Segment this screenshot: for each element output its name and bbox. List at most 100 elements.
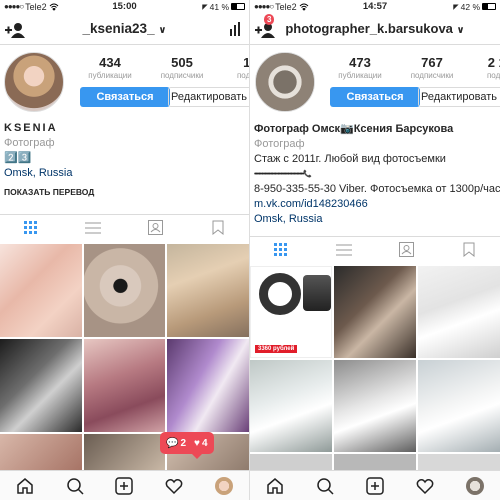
tab-grid[interactable] — [0, 215, 62, 240]
profile-tabs — [0, 214, 249, 240]
comment-icon: 💬 — [166, 437, 179, 449]
stats-bars-icon[interactable] — [229, 22, 243, 36]
grid-photo[interactable] — [167, 244, 249, 337]
contact-button[interactable]: Связаться — [80, 87, 170, 107]
posts-count: 473 публикации — [324, 55, 396, 80]
grid-photo[interactable] — [418, 454, 500, 470]
location-arrow-icon: ◤ — [453, 3, 459, 11]
grid-photo[interactable] — [418, 360, 500, 452]
count-number: 109 — [243, 55, 250, 70]
edit-profile-button[interactable]: Редактировать профиль — [418, 87, 500, 107]
location-link[interactable]: Omsk, Russia — [4, 166, 94, 181]
list-icon — [335, 244, 352, 255]
grid-photo[interactable] — [0, 339, 82, 432]
home-icon[interactable] — [266, 477, 284, 495]
grid-photo[interactable] — [418, 266, 500, 358]
category-label: Фотограф — [254, 138, 305, 150]
tab-saved[interactable] — [438, 237, 500, 262]
add-user-icon[interactable] — [3, 21, 27, 39]
count-label: подписки — [236, 71, 250, 80]
username: _ksenia23_ — [82, 21, 155, 36]
bookmark-icon — [463, 242, 475, 257]
contact-button[interactable]: Связаться — [330, 87, 420, 107]
show-translation-link[interactable]: ПОКАЗАТЬ ПЕРЕВОД — [4, 185, 94, 200]
count-label: публикации — [338, 71, 382, 80]
location-arrow-icon: ◤ — [202, 3, 208, 11]
heart-icon[interactable] — [416, 477, 434, 495]
plus-square-icon[interactable] — [366, 476, 384, 495]
grid-icon — [274, 242, 288, 256]
bio-link[interactable]: m.vk.com/id148230466 — [254, 197, 500, 212]
count-label: подписки — [486, 71, 500, 80]
count-number: 2 145 — [487, 55, 500, 70]
followers-count[interactable]: 505 подписчики — [146, 55, 218, 80]
edit-profile-button[interactable]: Редактировать профиль — [168, 87, 249, 107]
battery-percent: 42 % — [460, 1, 480, 12]
battery-status: ◤ 41 % — [202, 2, 245, 12]
username-switcher[interactable]: photographer_k.barsukova ∨ — [250, 21, 500, 36]
count-number: 767 — [421, 55, 443, 70]
bottom-nav — [250, 470, 500, 500]
tab-list[interactable] — [313, 237, 376, 262]
battery-status: ◤ 42 % — [453, 2, 496, 12]
list-icon — [85, 222, 102, 233]
profile-counts: 434публикации 505подписчики 109подписки — [74, 55, 250, 80]
profile-header: 3 photographer_k.barsukova ∨ — [250, 13, 500, 45]
heart-icon: ♥ — [194, 437, 200, 449]
tab-grid[interactable] — [250, 237, 313, 262]
tab-list[interactable] — [62, 215, 124, 240]
tagged-icon — [398, 242, 414, 257]
grid-photo[interactable] — [167, 339, 249, 432]
count-label: подписчики — [410, 71, 454, 80]
status-bar: ●●●●○ Tele2 14:57 ◤ 42 % — [250, 0, 500, 13]
grid-photo[interactable] — [0, 244, 82, 337]
grid-photo[interactable] — [250, 360, 332, 452]
grid-photo[interactable] — [83, 434, 166, 470]
grid-photo[interactable] — [250, 454, 332, 470]
status-bar: ●●●●○ Tele2 15:00 ◤ 41 % — [0, 0, 249, 13]
bio-phone: 8-950-335-55-30 Viber. Фотосъемка от 130… — [254, 183, 500, 195]
count-number: 434 — [99, 55, 121, 70]
count-label: подписчики — [160, 71, 204, 80]
search-icon[interactable] — [66, 477, 84, 495]
tab-saved[interactable] — [187, 215, 249, 240]
following-count[interactable]: 2 145подписки — [468, 55, 500, 80]
following-count[interactable]: 109подписки — [218, 55, 250, 80]
heart-icon[interactable] — [165, 477, 183, 495]
home-icon[interactable] — [16, 477, 34, 495]
followers-count[interactable]: 767 подписчики — [396, 55, 468, 80]
search-icon[interactable] — [316, 477, 334, 495]
username: photographer_k.barsukova — [285, 21, 453, 36]
grid-photo[interactable] — [334, 360, 416, 452]
grid-photo[interactable] — [334, 454, 416, 470]
plus-square-icon[interactable] — [115, 476, 134, 495]
photo-grid: 3360 рублей — [250, 266, 500, 470]
bottom-nav — [0, 470, 249, 500]
location-link[interactable]: Omsk, Russia — [254, 212, 500, 227]
profile-icon[interactable] — [466, 476, 484, 495]
category-label: Фотограф — [4, 137, 55, 149]
display-name: Фотограф Омск📷Ксения Барсукова — [254, 123, 454, 135]
battery-percent: 41 % — [209, 1, 229, 12]
tab-tagged[interactable] — [375, 237, 438, 262]
grid-photo[interactable] — [83, 244, 166, 337]
tab-tagged[interactable] — [125, 215, 187, 240]
username-switcher[interactable]: _ksenia23_ ∨ — [0, 21, 249, 36]
activity-notification[interactable]: 💬 2 ♥ 4 — [160, 432, 214, 459]
grid-photo[interactable] — [334, 266, 416, 358]
grid-photo[interactable] — [83, 339, 166, 432]
bookmark-icon — [212, 220, 224, 235]
grid-photo[interactable]: 3360 рублей — [250, 266, 332, 358]
avatar[interactable] — [4, 52, 64, 112]
ring-light-image — [259, 273, 301, 315]
display-name: KSENIA — [4, 122, 58, 134]
count-number: 473 — [349, 55, 371, 70]
grid-photo[interactable] — [0, 434, 82, 470]
bio-divider: ••••••••••••••••••••••••••••••••••📞 — [254, 171, 312, 178]
count-number: 505 — [171, 55, 193, 70]
tagged-icon — [148, 220, 164, 235]
count-label: публикации — [88, 71, 132, 80]
profile-icon[interactable] — [215, 476, 234, 495]
profile-counts: 473публикации 767подписчики 2 145подписк… — [324, 55, 500, 80]
avatar[interactable] — [255, 52, 315, 112]
